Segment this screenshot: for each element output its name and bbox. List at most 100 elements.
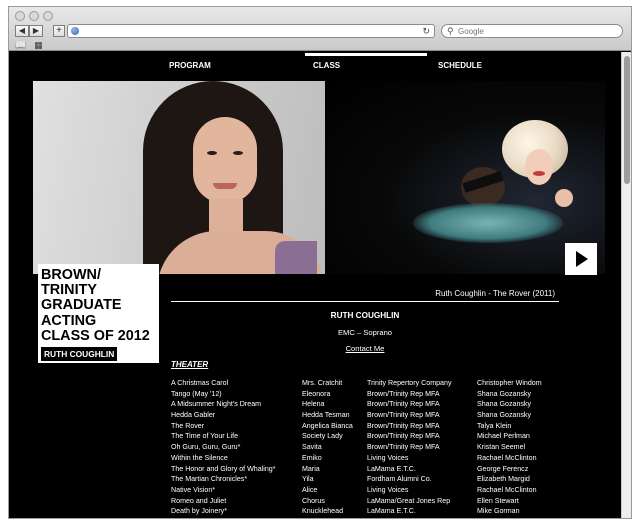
- credit-show: Hedda Gabler: [171, 411, 216, 420]
- credit-director: Rachael McClinton: [477, 453, 537, 462]
- credit-director: George Ferencz: [477, 464, 529, 473]
- class-card: BROWN/ TRINITY GRADUATE ACTING CLASS OF …: [38, 264, 159, 363]
- window-controls: [15, 11, 53, 21]
- credit-show: Tango (May '12): [171, 389, 222, 398]
- credit-director: Shana Gozansky: [477, 411, 532, 420]
- search-input[interactable]: [458, 25, 608, 37]
- globe-icon: [71, 27, 79, 35]
- credit-director: Mike Gorman: [477, 507, 520, 516]
- bookmarks-icon[interactable]: 📖: [15, 40, 26, 50]
- credit-show: The Martian Chronicles*: [171, 475, 248, 484]
- credit-director: Rachael McClinton: [477, 485, 537, 494]
- minimize-window-button[interactable]: [29, 11, 39, 21]
- photo-caption: Ruth Coughlin - The Rover (2011): [435, 289, 555, 298]
- credit-role: Mrs. Cratchit: [302, 379, 343, 387]
- credit-role: Chorus: [302, 496, 325, 505]
- reload-icon[interactable]: ↻: [422, 25, 430, 37]
- site-nav: PROGRAM CLASS SCHEDULE: [9, 52, 621, 72]
- add-bookmark-button[interactable]: +: [53, 25, 65, 37]
- class-title-line: ACTING: [41, 312, 97, 329]
- credit-role: Alice: [302, 485, 318, 494]
- credit-company: Living Voices: [367, 485, 409, 494]
- credit-show: The Honor and Glory of Whaling*: [171, 464, 276, 473]
- credit-role: Knucklehead: [302, 507, 344, 516]
- plus-icon: +: [56, 25, 62, 36]
- nav-schedule[interactable]: SCHEDULE: [438, 61, 482, 70]
- class-title-line: BROWN/: [41, 267, 101, 283]
- bookmarks-bar: 📖 ▦: [15, 40, 43, 50]
- credit-company: Brown/Trinity Rep MFA: [367, 432, 440, 441]
- history-buttons: ◀ ▶: [15, 25, 43, 37]
- credit-director: Shana Gozansky: [477, 389, 532, 398]
- credit-company: Brown/Trinity Rep MFA: [367, 411, 440, 420]
- credit-company: LaMama E.T.C.: [367, 464, 416, 473]
- credit-company: Brown/Trinity Rep MFA: [367, 400, 440, 409]
- credit-show: Romeo and Juliet: [171, 496, 227, 505]
- credit-director: Elizabeth Margid: [477, 475, 530, 484]
- top-sites-icon[interactable]: ▦: [34, 40, 43, 50]
- credit-role: Eleonora: [302, 389, 331, 398]
- credit-role: Savita: [302, 443, 322, 452]
- credit-show: The Time of Your Life: [171, 432, 239, 441]
- class-title-line: TRINITY: [41, 282, 97, 299]
- student-name-tag: RUTH COUGHLIN: [41, 347, 118, 362]
- credit-role: Society Lady: [302, 432, 343, 441]
- credit-director: Michael Perlman: [477, 432, 530, 441]
- section-title-theater: THEATER: [171, 360, 209, 369]
- credit-director: Ellen Stewart: [477, 496, 519, 505]
- credit-show: Death by Joinery*: [171, 507, 227, 516]
- close-window-button[interactable]: [15, 11, 25, 21]
- browser-toolbar: ◀ ▶ + ↻ ⚲ 📖 ▦: [9, 7, 631, 51]
- address-bar[interactable]: ↻: [67, 24, 435, 38]
- back-button[interactable]: ◀: [15, 25, 29, 37]
- search-field[interactable]: ⚲: [441, 24, 623, 38]
- credit-role: Yila: [302, 475, 314, 484]
- production-photo: [325, 81, 605, 274]
- credit-show: A Midsummer Night's Dream: [171, 400, 262, 409]
- credit-role: Hedda Tesman: [302, 411, 350, 420]
- credit-show: A Christmas Carol: [171, 379, 229, 387]
- divider: [171, 301, 559, 302]
- active-tab-indicator: [305, 53, 427, 56]
- profile-name: RUTH COUGHLIN: [330, 311, 400, 320]
- browser-window: ◀ ▶ + ↻ ⚲ 📖 ▦ PROGRAM CLASS SCHEDULE: [8, 6, 632, 519]
- credit-show: The Rover: [171, 421, 205, 430]
- credit-show: Native Vision*: [171, 485, 216, 494]
- credit-show: Oh Guru, Guru, Guru*: [171, 443, 241, 452]
- credit-director: Shana Gozansky: [477, 400, 532, 409]
- forward-arrow-icon: ▶: [32, 26, 40, 35]
- back-arrow-icon: ◀: [18, 26, 26, 35]
- headshot-image: [33, 81, 325, 274]
- credit-director: Kristan Seemel: [477, 443, 526, 452]
- class-title: BROWN/ TRINITY GRADUATE ACTING CLASS OF …: [38, 267, 159, 344]
- class-title-line: CLASS OF 2012: [41, 327, 150, 344]
- credit-company: Brown/Trinity Rep MFA: [367, 443, 440, 452]
- nav-program[interactable]: PROGRAM: [169, 61, 211, 70]
- vertical-scrollbar[interactable]: [621, 52, 631, 518]
- class-title-line: GRADUATE: [41, 297, 122, 314]
- profile-role: EMC – Soprano: [337, 328, 393, 337]
- credit-company: Trinity Repertory Company: [367, 379, 452, 387]
- credit-company: Brown/Trinity Rep MFA: [367, 389, 440, 398]
- play-icon: [576, 251, 588, 267]
- credit-company: Living Voices: [367, 453, 409, 462]
- credit-role: Maria: [302, 464, 320, 473]
- credit-role: Angelica Bianca: [302, 421, 353, 430]
- search-icon: ⚲: [447, 26, 454, 36]
- nav-class[interactable]: CLASS: [313, 61, 340, 70]
- credit-company: Brown/Trinity Rep MFA: [367, 421, 440, 430]
- credit-director: Christopher Windom: [477, 379, 542, 387]
- credit-company: LaMama/Great Jones Rep: [367, 496, 451, 505]
- scrollbar-thumb[interactable]: [624, 56, 630, 184]
- credit-show: Within the Silence: [171, 453, 228, 462]
- credit-role: Helena: [302, 400, 325, 409]
- forward-button[interactable]: ▶: [29, 25, 43, 37]
- page-content: PROGRAM CLASS SCHEDULE Ruth Coughlin - T…: [9, 52, 621, 518]
- contact-link[interactable]: Contact Me: [171, 344, 559, 353]
- credit-company: LaMama E.T.C.: [367, 507, 416, 516]
- credit-role: Emiko: [302, 453, 322, 462]
- next-slide-button[interactable]: [565, 243, 597, 275]
- credit-company: Fordham Alumni Co.: [367, 475, 432, 484]
- zoom-window-button[interactable]: [43, 11, 53, 21]
- credit-director: Talya Klein: [477, 421, 512, 430]
